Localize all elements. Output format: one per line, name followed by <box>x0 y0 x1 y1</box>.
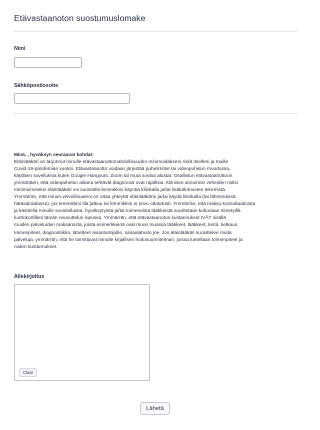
consent-line: palveluja, ymmärrän, että he toimittavat… <box>14 237 243 243</box>
consent-line: käyttäen sovelluksia kuten Google Hangou… <box>14 174 233 180</box>
clear-signature-button[interactable]: Clear <box>19 368 38 377</box>
title-divider <box>14 31 297 32</box>
submit-button[interactable]: Lähetä <box>140 402 170 415</box>
consent-line: Ymmärrän, että minun velvollisuuteni on … <box>14 195 236 201</box>
consent-heading: Minä, , hyväksyn seuraavat kohdat: <box>14 153 94 158</box>
consent-line: Covid-19-pandemian vuoksi. Etävastaanott… <box>14 167 231 173</box>
consent-line: ja käsitteliä minulle suositelluista, hy… <box>14 209 241 215</box>
name-label: Nimi <box>14 46 26 52</box>
consent-line: ymmärtäen, että videopuhelun aikana teht… <box>14 181 239 187</box>
consent-line: luottokortilleni tämän neuvottelun lopus… <box>14 216 226 222</box>
consent-line: minimoimiseksi eläinlääkäri voi suositel… <box>14 188 227 194</box>
name-input[interactable] <box>14 57 82 68</box>
consent-line: hätäsairaalassa), jos lemmikkini tila ja… <box>14 202 256 208</box>
consent-text: Minä, , hyväksyn seuraavat kohdat: Eläin… <box>14 152 300 251</box>
signature-label: Allekirjoitus <box>14 274 45 280</box>
email-input[interactable] <box>14 93 130 104</box>
signature-pad[interactable]: Clear <box>14 284 150 381</box>
page-title: Etävastaanoton suostumuslomake <box>14 13 146 23</box>
consent-line: niiden kustannukset. <box>14 244 58 250</box>
section-divider <box>14 113 297 114</box>
email-label: Sähköpostiosoite <box>14 83 59 89</box>
consent-line: Eläinlääkäri on tarjonnut minulle etävas… <box>14 160 229 166</box>
consent-line: muiden palveluiden maksamista, joista es… <box>14 223 239 229</box>
consent-line: toimenpiteet, diagnostiikka, lähetteet a… <box>14 230 232 236</box>
